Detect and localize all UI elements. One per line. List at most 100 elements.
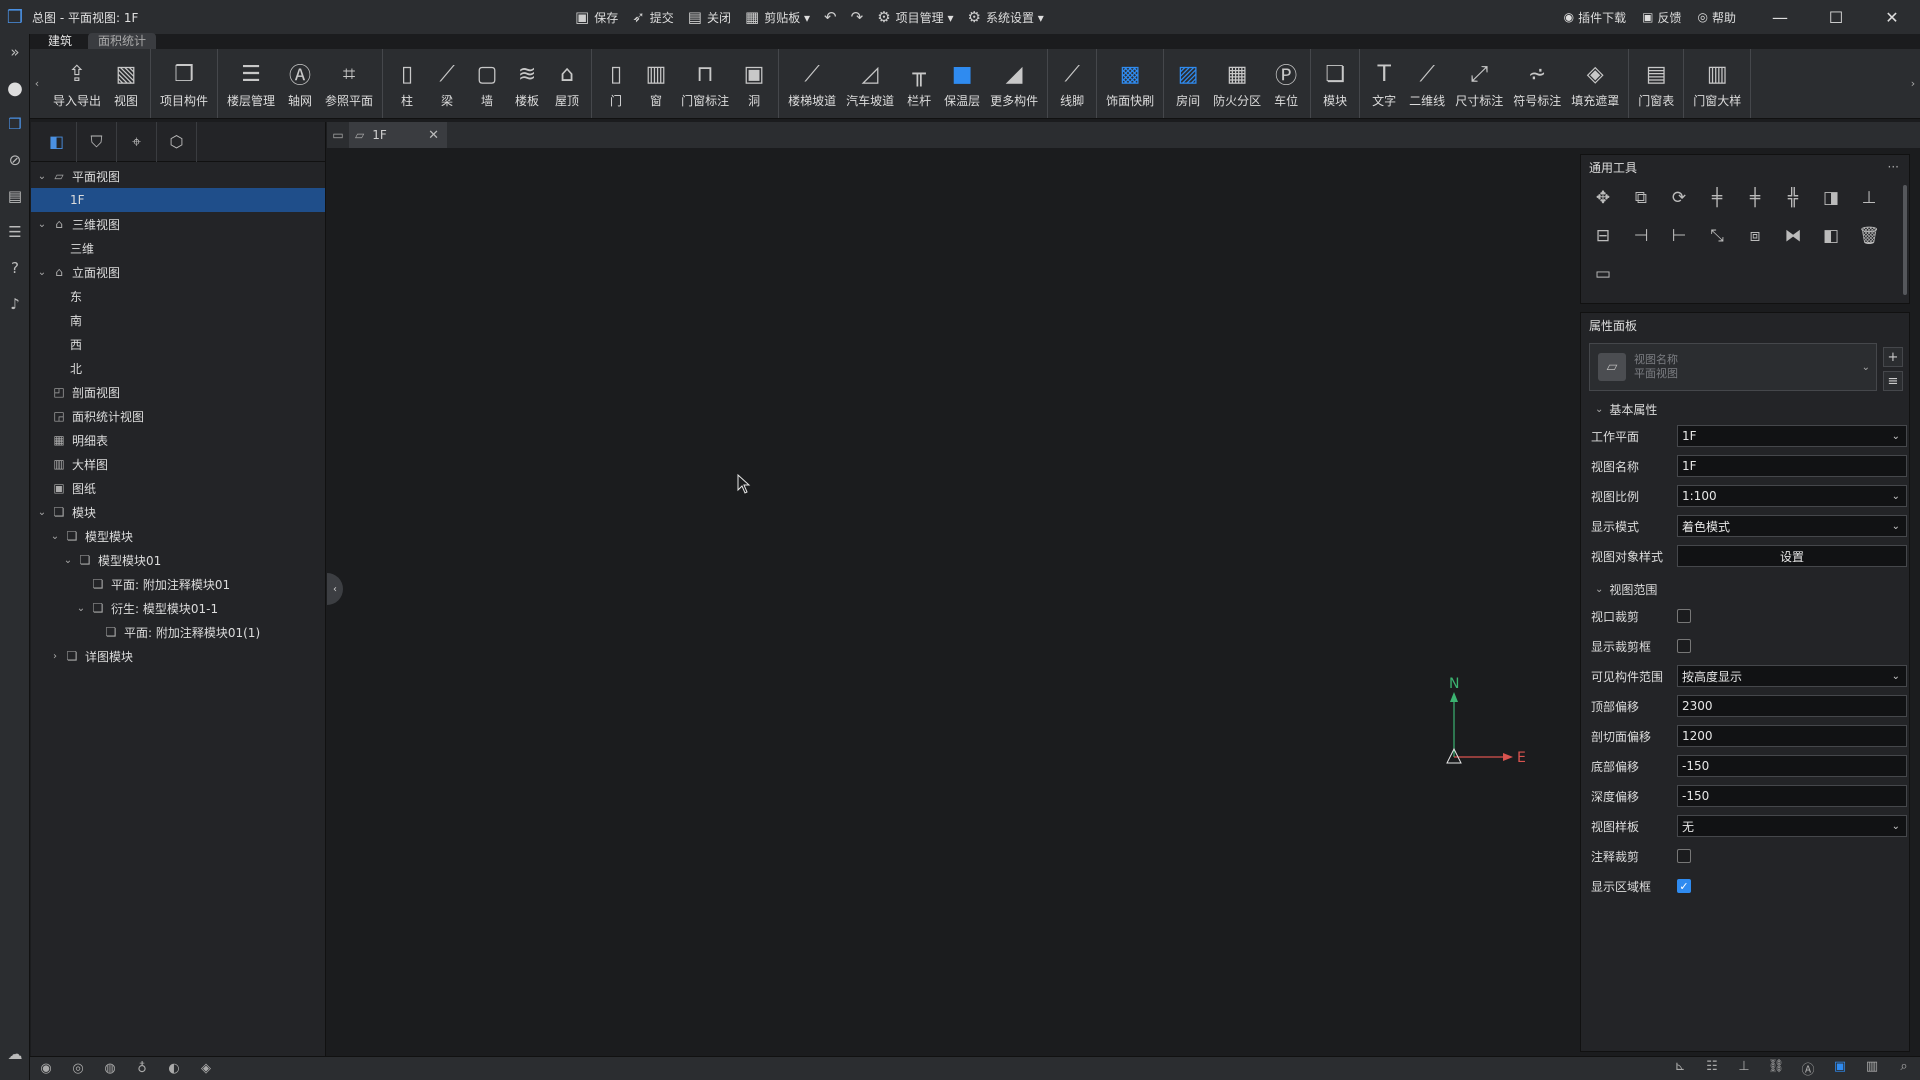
fire-zone-button[interactable]: ▦ 防火分区 bbox=[1208, 49, 1266, 118]
trim-icon[interactable]: ╬ bbox=[1777, 183, 1809, 213]
tree-item[interactable]: ▣ 图纸 bbox=[31, 476, 325, 500]
tree-item[interactable]: ⌄ ❏ 模型模块 bbox=[31, 524, 325, 548]
panel-toggle-icon[interactable]: ◧ bbox=[37, 121, 77, 162]
break-icon[interactable]: ⊣ bbox=[1625, 221, 1657, 251]
property-checkbox[interactable]: ✓ bbox=[1677, 879, 1691, 893]
tree-item[interactable]: ❏ 平面: 附加注释模块01 bbox=[31, 572, 325, 596]
ribbon-scroll-right-icon[interactable]: › bbox=[1906, 49, 1920, 118]
tree-item[interactable]: ▦ 明细表 bbox=[31, 428, 325, 452]
property-select[interactable]: 无 ⌄ bbox=[1677, 815, 1907, 837]
property-checkbox[interactable] bbox=[1677, 609, 1691, 623]
location-icon[interactable]: ⌖ bbox=[117, 121, 157, 162]
property-checkbox[interactable] bbox=[1677, 849, 1691, 863]
tree-item[interactable]: ❏ 平面: 附加注释模块01(1) bbox=[31, 620, 325, 644]
close-window-button[interactable]: ✕ bbox=[1864, 0, 1920, 34]
split-icon[interactable]: ╪ bbox=[1739, 183, 1771, 213]
workset-icon[interactable]: ▣ bbox=[1824, 1059, 1856, 1078]
ribbon-scroll-left-icon[interactable]: ‹ bbox=[30, 49, 44, 118]
layout-icon[interactable]: ▥ bbox=[1856, 1059, 1888, 1078]
measure-icon[interactable]: ▭ bbox=[1587, 259, 1619, 289]
tree-item[interactable]: ◲ 面积统计视图 bbox=[31, 404, 325, 428]
extend-icon[interactable]: ⊥ bbox=[1853, 183, 1885, 213]
scale-icon[interactable]: ⤡ bbox=[1701, 221, 1733, 251]
rotate-icon[interactable]: ⟳ bbox=[1663, 183, 1695, 213]
insulation-button[interactable]: ■ 保温层 bbox=[939, 49, 985, 118]
column-button[interactable]: ▯ 柱 bbox=[387, 49, 427, 118]
more-options-icon[interactable]: ··· bbox=[1888, 160, 1899, 174]
list-view-icon[interactable]: ☷ bbox=[1696, 1059, 1728, 1078]
property-select[interactable]: 按高度显示 ⌄ bbox=[1677, 665, 1907, 687]
ortho-icon[interactable]: ⊥ bbox=[1728, 1059, 1760, 1078]
chevron-down-icon[interactable]: ⌄ bbox=[61, 555, 75, 566]
import-export-button[interactable]: ⇪ 导入导出 bbox=[48, 49, 106, 118]
tree-item[interactable]: 1F bbox=[31, 188, 325, 212]
tree-item[interactable]: ◰ 剖面视图 bbox=[31, 380, 325, 404]
view-button[interactable]: ▧ 视图 bbox=[106, 49, 146, 118]
visibility-icon[interactable]: ◉ bbox=[30, 1061, 62, 1076]
group-icon[interactable]: ◧ bbox=[1815, 221, 1847, 251]
property-input[interactable]: -150 bbox=[1677, 755, 1907, 777]
settings-button[interactable]: 设置 bbox=[1677, 545, 1907, 567]
baseboard-button[interactable]: ⟋ 线脚 bbox=[1052, 49, 1092, 118]
cube-icon[interactable]: ⬡ bbox=[157, 121, 197, 162]
tab-architecture[interactable]: 建筑 bbox=[38, 33, 82, 49]
chevron-down-icon[interactable]: ⌄ bbox=[35, 507, 49, 518]
tree-item[interactable]: ⌄ ❏ 衍生: 模型模块01-1 bbox=[31, 596, 325, 620]
property-section-header[interactable]: ⌄ 视图范围 bbox=[1581, 577, 1909, 601]
project-manage-button[interactable]: ⚙ 项目管理 ▾ bbox=[877, 8, 953, 26]
window-button[interactable]: ▥ 窗 bbox=[636, 49, 676, 118]
tree-item[interactable]: ⌄ ⌂ 立面视图 bbox=[31, 260, 325, 284]
tab-list-icon[interactable]: ▭ bbox=[327, 128, 349, 142]
filter-icon[interactable]: ⛉ bbox=[77, 121, 117, 162]
slab-button[interactable]: ≋ 楼板 bbox=[507, 49, 547, 118]
maximize-button[interactable]: ☐ bbox=[1808, 0, 1864, 34]
property-input[interactable]: 2300 bbox=[1677, 695, 1907, 717]
property-input[interactable]: 1F bbox=[1677, 455, 1907, 477]
door-window-detail-button[interactable]: ▥ 门窗大样 bbox=[1688, 49, 1746, 118]
close-doc-button[interactable]: ▤ 关闭 bbox=[688, 8, 731, 26]
tree-item[interactable]: 东 bbox=[31, 284, 325, 308]
zoom-extents-icon[interactable]: ⌕ bbox=[1888, 1059, 1920, 1078]
system-settings-button[interactable]: ⚙ 系统设置 ▾ bbox=[967, 8, 1043, 26]
door-window-tag-button[interactable]: ⊓ 门窗标注 bbox=[676, 49, 734, 118]
project-browser-icon[interactable]: ❒ bbox=[0, 106, 30, 142]
tree-item[interactable]: ⌄ ❏ 模块 bbox=[31, 500, 325, 524]
app-logo-icon[interactable]: ❒ bbox=[0, 0, 30, 34]
car-ramp-button[interactable]: ◿ 汽车坡道 bbox=[841, 49, 899, 118]
wall-button[interactable]: ▢ 墙 bbox=[467, 49, 507, 118]
property-select[interactable]: 1F ⌄ bbox=[1677, 425, 1907, 447]
dimension-button[interactable]: ⤢ 尺寸标注 bbox=[1450, 49, 1508, 118]
bell-icon[interactable]: ♪ bbox=[0, 286, 30, 322]
lightbulb-icon[interactable]: ♁ bbox=[126, 1061, 158, 1076]
property-checkbox[interactable] bbox=[1677, 639, 1691, 653]
tree-item[interactable]: › ❏ 详图模块 bbox=[31, 644, 325, 668]
break-point-icon[interactable]: ⊢ bbox=[1663, 221, 1695, 251]
files-icon[interactable]: ▤ bbox=[0, 178, 30, 214]
layers-icon[interactable]: ☰ bbox=[0, 214, 30, 250]
tree-item[interactable]: 三维 bbox=[31, 236, 325, 260]
display-filter-icon[interactable]: ◈ bbox=[190, 1061, 222, 1076]
chevron-down-icon[interactable]: ⌄ bbox=[35, 267, 49, 278]
chevron-down-icon[interactable]: ⌄ bbox=[35, 171, 49, 182]
plugin-download-button[interactable]: ◉ 插件下载 bbox=[1564, 9, 1627, 26]
delete-icon[interactable]: 🗑 bbox=[1853, 221, 1885, 251]
room-button[interactable]: ▨ 房间 bbox=[1168, 49, 1208, 118]
stair-ramp-button[interactable]: ⟋ 楼梯坡道 bbox=[783, 49, 841, 118]
add-view-button[interactable]: + bbox=[1883, 347, 1903, 367]
floor-manage-button[interactable]: ☰ 楼层管理 bbox=[222, 49, 280, 118]
chain-link-icon[interactable]: ⛓ bbox=[1760, 1059, 1792, 1078]
eye-icon[interactable]: ◐ bbox=[158, 1061, 190, 1076]
tab-1f[interactable]: ▱ 1F ✕ bbox=[349, 122, 447, 148]
property-input[interactable]: -150 bbox=[1677, 785, 1907, 807]
help-button[interactable]: ◎ 帮助 bbox=[1698, 9, 1737, 26]
beam-button[interactable]: ⟋ 梁 bbox=[427, 49, 467, 118]
parking-button[interactable]: Ⓟ 车位 bbox=[1266, 49, 1306, 118]
opening-button[interactable]: ▣ 洞 bbox=[734, 49, 774, 118]
finish-block-button[interactable]: ▩ 饰面快刷 bbox=[1101, 49, 1159, 118]
module-button[interactable]: ❏ 模块 bbox=[1315, 49, 1355, 118]
door-window-table-button[interactable]: ▤ 门窗表 bbox=[1633, 49, 1679, 118]
chevron-down-icon[interactable]: ⌄ bbox=[74, 603, 88, 614]
tools-scrollbar[interactable] bbox=[1903, 185, 1907, 295]
tree-item[interactable]: ⌄ ❏ 模型模块01 bbox=[31, 548, 325, 572]
tab-area-statistics[interactable]: 面积统计 bbox=[88, 33, 157, 49]
